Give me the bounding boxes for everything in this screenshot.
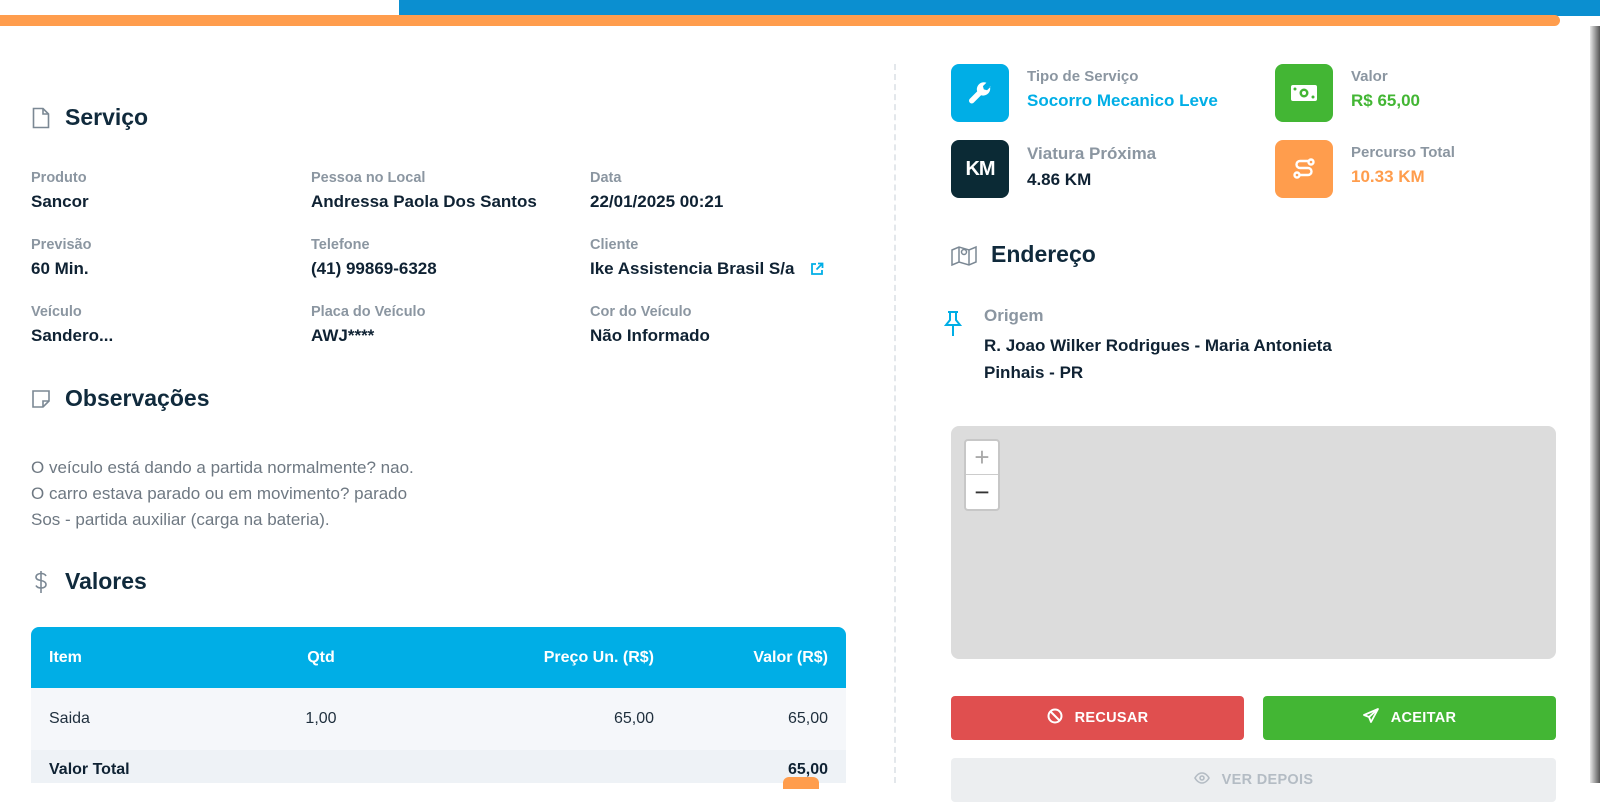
refuse-button[interactable]: RECUSAR (951, 696, 1244, 740)
map-icon (951, 243, 977, 267)
card-percurso-total: Percurso Total 10.33 KM (1275, 140, 1455, 198)
route-icon (1275, 140, 1333, 198)
pin-icon (942, 306, 964, 386)
paper-plane-icon (1362, 708, 1379, 728)
map-zoom-control: + − (964, 439, 1000, 511)
observacoes-text: O veículo está dando a partida normalmen… (31, 458, 414, 529)
field-previsao: Previsão 60 Min. (31, 237, 92, 278)
valores-header: Valores (31, 568, 147, 595)
valores-table: Item Qtd Preço Un. (R$) Valor (R$) Saida… (31, 627, 846, 783)
progress-bar (0, 15, 1560, 26)
window-edge (1590, 26, 1600, 783)
valores-title: Valores (65, 568, 147, 594)
field-telefone: Telefone (41) 99869-6328 (311, 237, 437, 278)
field-data: Data 22/01/2025 00:21 (590, 170, 724, 211)
km-icon: KM (951, 140, 1009, 198)
observacoes-header: Observações (31, 385, 209, 412)
servico-title: Serviço (65, 104, 149, 130)
dollar-icon (31, 570, 51, 594)
field-produto: Produto Sancor (31, 170, 89, 211)
table-header: Item Qtd Preço Un. (R$) Valor (R$) (31, 627, 846, 688)
zoom-out-button[interactable]: − (966, 475, 998, 509)
floating-tag (783, 777, 819, 789)
field-cliente: Cliente Ike Assistencia Brasil S/a (590, 237, 824, 279)
observacoes-title: Observações (65, 385, 210, 411)
money-icon (1275, 64, 1333, 122)
endereco-title: Endereço (991, 241, 1096, 267)
map-view[interactable]: + − (951, 426, 1556, 659)
external-link-icon[interactable] (810, 262, 824, 276)
table-row: Saida 1,00 65,00 65,00 (31, 688, 846, 750)
column-divider (894, 64, 896, 783)
view-later-button[interactable]: VER DEPOIS (951, 758, 1556, 802)
card-viatura-proxima: KM Viatura Próxima 4.86 KM (951, 140, 1156, 198)
eye-icon (1193, 772, 1210, 788)
cliente-value: Ike Assistencia Brasil S/a (590, 259, 795, 278)
ban-icon (1047, 708, 1063, 728)
card-valor: Valor R$ 65,00 (1275, 64, 1420, 122)
field-pessoa-no-local: Pessoa no Local Andressa Paola Dos Santo… (311, 170, 537, 211)
accept-button[interactable]: ACEITAR (1263, 696, 1556, 740)
field-veiculo: Veículo Sandero... (31, 304, 114, 345)
table-total-row: Valor Total 65,00 (31, 750, 846, 783)
endereco-header: Endereço (951, 241, 1096, 268)
top-header-bar (399, 0, 1600, 16)
card-tipo-servico: Tipo de Serviço Socorro Mecanico Leve (951, 64, 1218, 122)
field-placa: Placa do Veículo AWJ**** (311, 304, 426, 345)
field-cor: Cor do Veículo Não Informado (590, 304, 710, 345)
document-icon (31, 106, 51, 130)
zoom-in-button[interactable]: + (966, 441, 998, 475)
note-icon (31, 387, 51, 411)
servico-header: Serviço (31, 104, 148, 131)
wrench-icon (951, 64, 1009, 122)
origin-address: Origem R. Joao Wilker Rodrigues - Maria … (942, 306, 1364, 386)
